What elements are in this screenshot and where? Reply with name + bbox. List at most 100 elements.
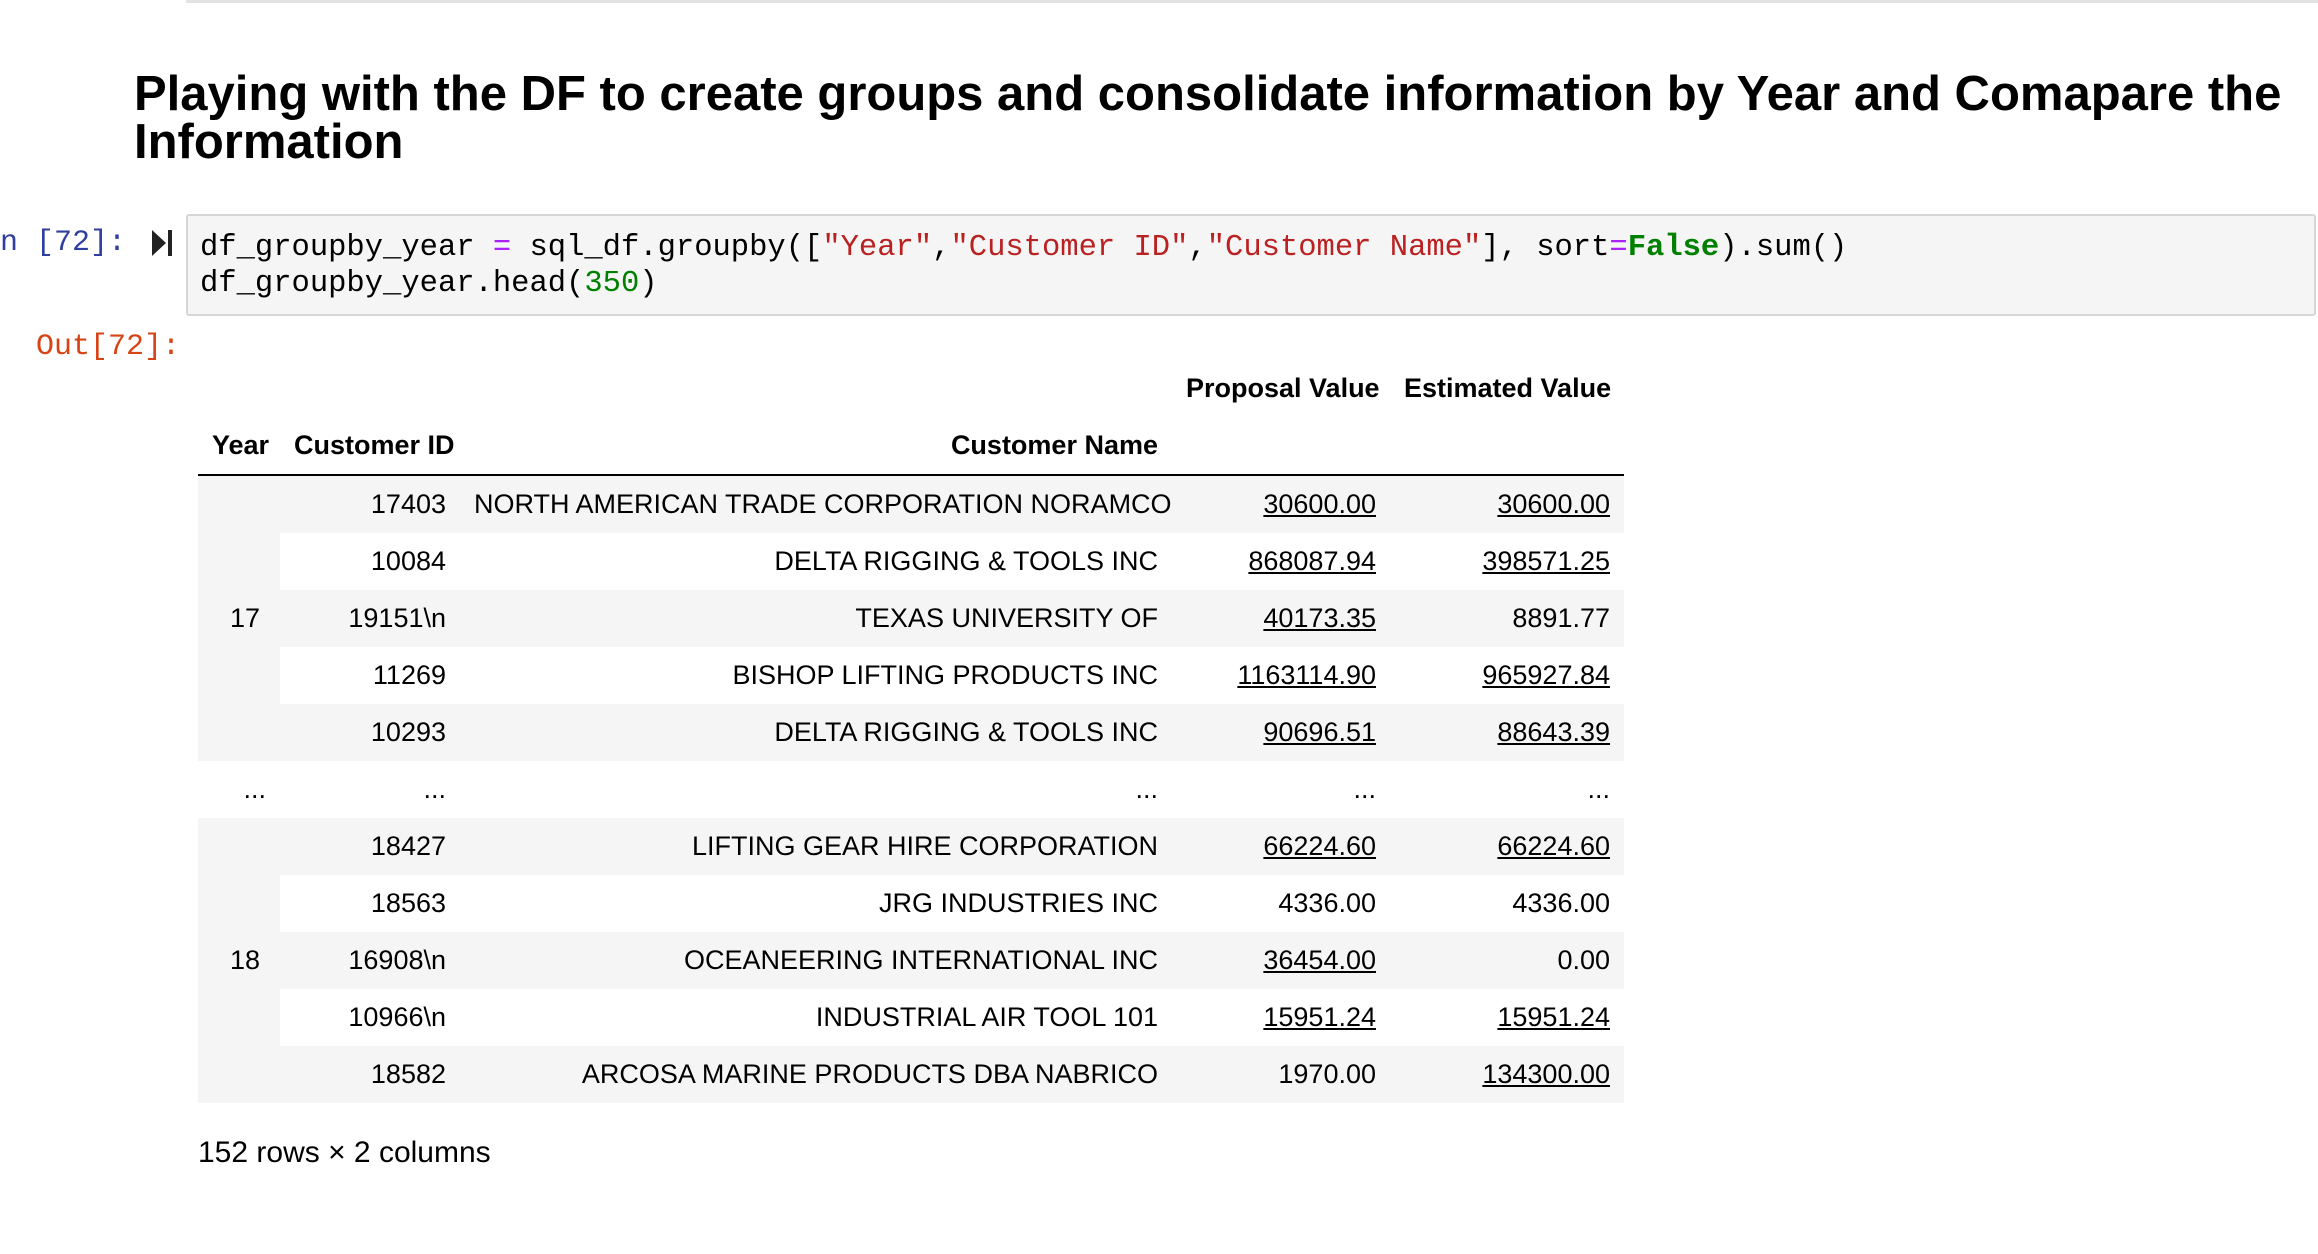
cell-customer-name-value: TEXAS UNIVERSITY OF (855, 603, 1158, 633)
table-row: 16908\n OCEANEERING INTERNATIONAL INC 3645… (198, 932, 1624, 989)
cell-customer-id: 19151\n (280, 590, 460, 647)
cell-proposal-value-value: ... (1353, 774, 1376, 804)
dataframe-output: Proposal Value Estimated Value Year Cust… (198, 360, 1624, 1103)
cell-proposal-value-value: 30600.00 (1263, 489, 1376, 519)
cell-estimated-value: 88643.39 (1390, 704, 1624, 761)
cell-estimated-value-value: 134300.00 (1482, 1059, 1610, 1089)
table-body: 17 17403 NORTH AMERICAN TRADE CORPORATION … (198, 475, 1624, 1103)
table-row: 11269 BISHOP LIFTING PRODUCTS INC 1163114.… (198, 647, 1624, 704)
cell-customer-id: 18582 (280, 1046, 460, 1103)
cell-estimated-value-value: 30600.00 (1497, 489, 1610, 519)
cell-estimated-value: 30600.00 (1390, 475, 1624, 533)
cell-estimated-value-value: ... (1587, 774, 1610, 804)
cell-customer-name: ... (460, 761, 1172, 818)
run-cell-icon[interactable] (150, 228, 174, 258)
cell-estimated-value-value: 15951.24 (1497, 1002, 1610, 1032)
cell-customer-id-value: 10293 (370, 717, 446, 747)
col-header-proposal-value: Proposal Value (1186, 373, 1380, 403)
cell-proposal-value: 1163114.90 (1172, 647, 1390, 704)
cell-estimated-value-value: 398571.25 (1482, 546, 1610, 576)
cell-customer-id-value: 16908\n (348, 945, 446, 975)
cell-estimated-value-value: 66224.60 (1497, 831, 1610, 861)
cell-customer-id-value: 10084 (370, 546, 446, 576)
cell-customer-name: DELTA RIGGING & TOOLS INC (460, 533, 1172, 590)
table-row: 18582 ARCOSA MARINE PRODUCTS DBA NABRICO 1… (198, 1046, 1624, 1103)
dataframe-table: Proposal Value Estimated Value Year Cust… (198, 360, 1624, 1103)
markdown-heading: Playing with the DF to create groups and… (134, 67, 2282, 169)
cell-proposal-value: 1970.00 (1172, 1046, 1390, 1103)
cell-customer-name: LIFTING GEAR HIRE CORPORATION (460, 818, 1172, 875)
cell-estimated-value-value: 8891.77 (1512, 603, 1610, 633)
cell-customer-name: INDUSTRIAL AIR TOOL 101 (460, 989, 1172, 1046)
cell-customer-name: TEXAS UNIVERSITY OF (460, 590, 1172, 647)
cell-customer-id-value: 19151\n (348, 603, 446, 633)
cell-customer-id: 10966\n (280, 989, 460, 1046)
cell-estimated-value: 0.00 (1390, 932, 1624, 989)
cell-proposal-value: 868087.94 (1172, 533, 1390, 590)
table-row: 17 17403 NORTH AMERICAN TRADE CORPORATION … (198, 475, 1624, 761)
index-header-year: Year (198, 417, 280, 476)
col-header-estimated-value: Estimated Value (1404, 373, 1612, 403)
cell-customer-id-value: 18427 (370, 831, 446, 861)
dataframe-shape: 152 rows × 2 columns (198, 1136, 491, 1169)
cell-estimated-value-value: 88643.39 (1497, 717, 1610, 747)
cell-customer-id-value: 18563 (370, 888, 446, 918)
cell-customer-name: OCEANEERING INTERNATIONAL INC (460, 932, 1172, 989)
cell-customer-name-value: NORTH AMERICAN TRADE CORPORATION NORAMCO (474, 489, 1172, 519)
cell-proposal-value: 90696.51 (1172, 704, 1390, 761)
cell-customer-name: BISHOP LIFTING PRODUCTS INC (460, 647, 1172, 704)
cell-customer-name-value: JRG INDUSTRIES INC (878, 888, 1158, 918)
cell-estimated-value: 965927.84 (1390, 647, 1624, 704)
cell-proposal-value-value: 868087.94 (1248, 546, 1376, 576)
cell-customer-id: 11269 (280, 647, 460, 704)
cell-customer-id: 17403 (280, 475, 460, 533)
code-editor[interactable]: df_groupby_year = sql_df.groupby(["Year"… (186, 214, 2316, 316)
table-row: 10966\n INDUSTRIAL AIR TOOL 101 15951.24 15… (198, 989, 1624, 1046)
cell-customer-id-value: ... (423, 774, 446, 804)
cell-estimated-value: 134300.00 (1390, 1046, 1624, 1103)
cell-proposal-value-value: 40173.35 (1263, 603, 1376, 633)
cell-customer-id-value: 11269 (372, 660, 446, 690)
cell-customer-id: 18563 (280, 875, 460, 932)
cell-estimated-value-value: 965927.84 (1482, 660, 1610, 690)
cell-proposal-value: 30600.00 (1172, 475, 1390, 533)
cell-customer-name-value: DELTA RIGGING & TOOLS INC (774, 546, 1158, 576)
table-row: 19151\n TEXAS UNIVERSITY OF 40173.35 8891.7… (198, 590, 1624, 647)
cell-estimated-value-value: 0.00 (1557, 945, 1610, 975)
cell-customer-name: NORTH AMERICAN TRADE CORPORATION NORAMCO (460, 475, 1172, 533)
cell-proposal-value: ... (1172, 761, 1390, 818)
table-row: 18 18427 LIFTING GEAR HIRE CORPORATION 6622… (198, 818, 1624, 1103)
cell-customer-name-value: ... (1135, 774, 1158, 804)
index-header-row: Year Customer ID Customer Name (198, 417, 1624, 476)
cell-estimated-value: 398571.25 (1390, 533, 1624, 590)
cell-estimated-value: 15951.24 (1390, 989, 1624, 1046)
cell-customer-id: 10084 (280, 533, 460, 590)
cell-estimated-value: 66224.60 (1390, 818, 1624, 875)
cell-proposal-value-value: 15951.24 (1263, 1002, 1376, 1032)
cell-estimated-value: 8891.77 (1390, 590, 1624, 647)
cell-customer-name-value: ARCOSA MARINE PRODUCTS DBA NABRICO (581, 1059, 1158, 1089)
table-row: 18563 JRG INDUSTRIES INC 4336.00 4336.00 (198, 875, 1624, 932)
code-line-1: df_groupby_year = sql_df.groupby(["Year"… (200, 231, 1848, 265)
cell-customer-id-value: 10966\n (348, 1002, 446, 1032)
cell-proposal-value: 66224.60 (1172, 818, 1390, 875)
cell-customer-name-value: INDUSTRIAL AIR TOOL 101 (815, 1002, 1158, 1032)
notebook-page: Playing with the DF to create groups and… (0, 0, 2318, 1254)
cell-customer-id: 16908\n (280, 932, 460, 989)
cell-year: ... (198, 761, 280, 818)
cell-proposal-value-value: 36454.00 (1263, 945, 1376, 975)
cell-customer-name: ARCOSA MARINE PRODUCTS DBA NABRICO (460, 1046, 1172, 1103)
cell-proposal-value: 4336.00 (1172, 875, 1390, 932)
cell-year: 18 (198, 818, 280, 1103)
cell-proposal-value: 40173.35 (1172, 590, 1390, 647)
cell-divider (186, 0, 2318, 3)
output-prompt: Out[72]: (36, 330, 181, 364)
cell-proposal-value-value: 1970.00 (1278, 1059, 1376, 1089)
column-header-row: Proposal Value Estimated Value (198, 360, 1624, 417)
cell-year: 17 (198, 475, 280, 761)
cell-customer-name: DELTA RIGGING & TOOLS INC (460, 704, 1172, 761)
input-prompt: n [72]: (0, 226, 127, 260)
table-row: 10293 DELTA RIGGING & TOOLS INC 90696.51 88… (198, 704, 1624, 761)
cell-customer-name: JRG INDUSTRIES INC (460, 875, 1172, 932)
table-row: 10084 DELTA RIGGING & TOOLS INC 868087.94 3… (198, 533, 1624, 590)
